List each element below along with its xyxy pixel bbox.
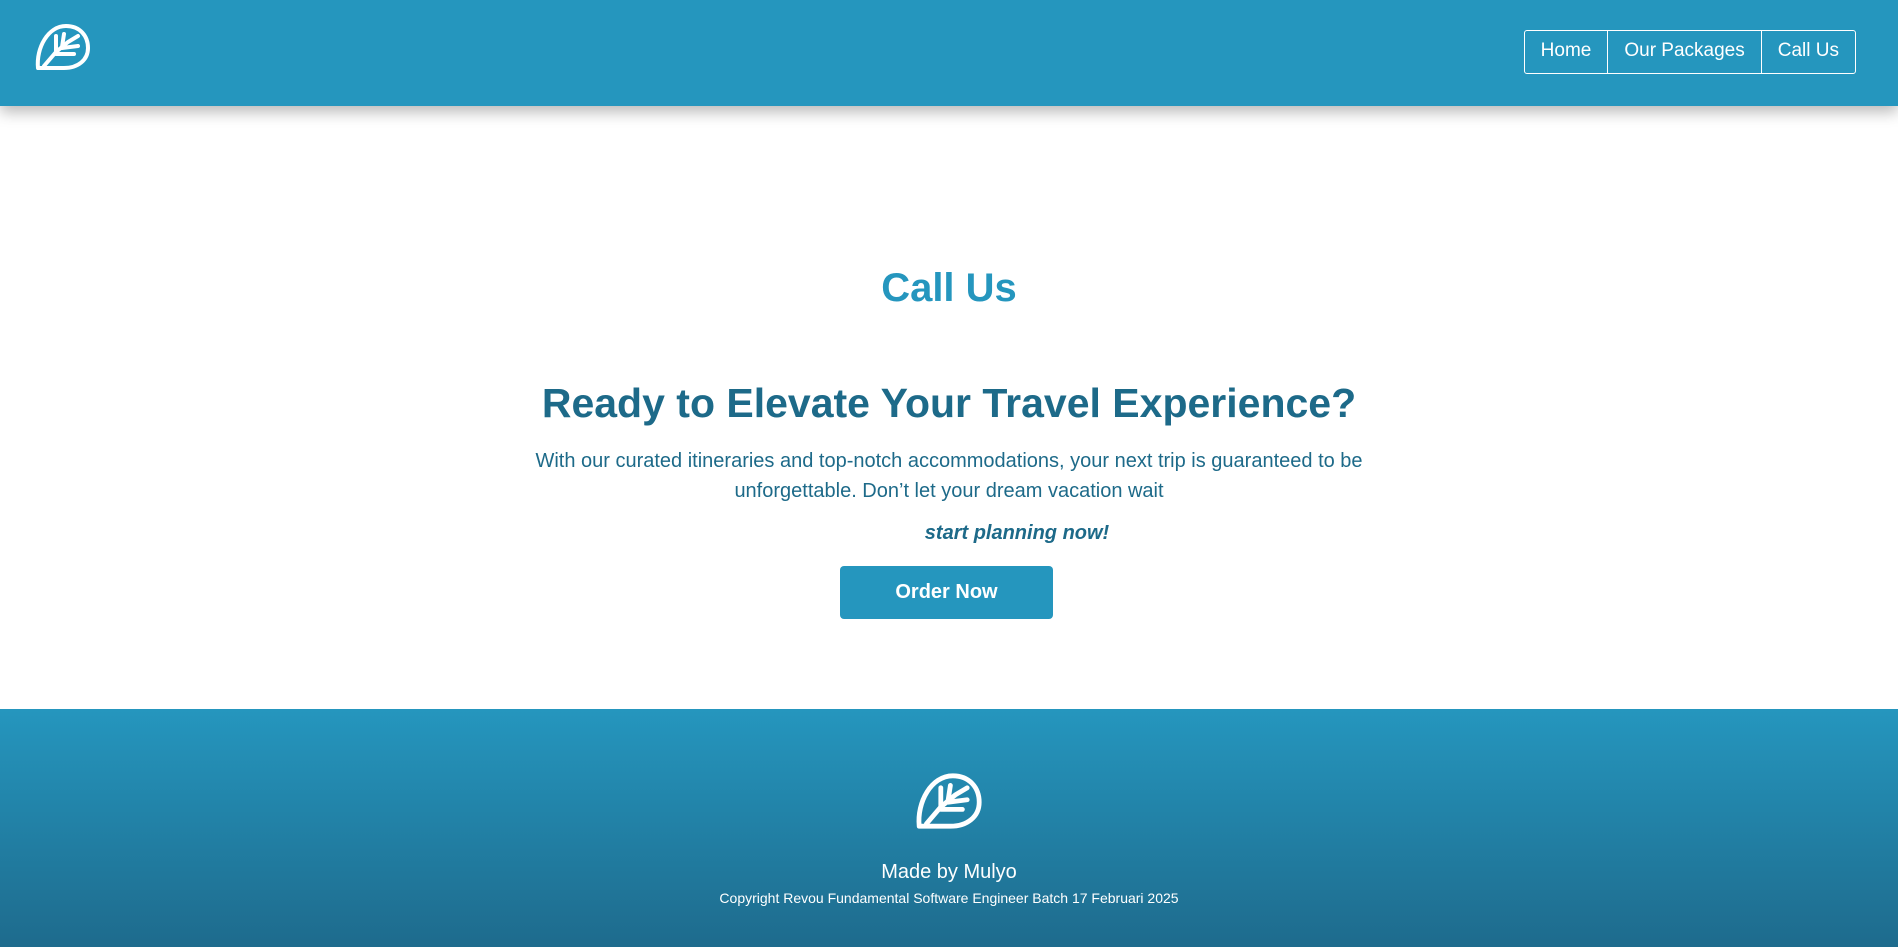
leaf-logo-icon[interactable] [34,22,90,72]
copyright-text: Copyright Revou Fundamental Software Eng… [719,890,1179,906]
main-nav: Home Our Packages Call Us [1523,30,1856,74]
leaf-logo-icon [916,773,982,829]
made-by-text: Made by Mulyo [881,861,1017,883]
cta-text: start planning now! [924,522,1110,544]
section-title: Call Us [881,266,1017,310]
description: With our curated itineraries and top-not… [535,450,1363,502]
site-header: Home Our Packages Call Us [0,0,1898,106]
nav-link-home[interactable]: Home [1525,31,1609,73]
nav-link-our-packages[interactable]: Our Packages [1608,31,1762,73]
order-now-button[interactable]: Order Now [840,566,1053,619]
headline: Ready to Elevate Your Travel Experience? [541,380,1357,426]
site-footer: Made by Mulyo Copyright Revou Fundamenta… [0,709,1898,947]
call-us-section: Call Us Ready to Elevate Your Travel Exp… [0,106,1898,709]
nav-link-call-us[interactable]: Call Us [1762,31,1855,73]
